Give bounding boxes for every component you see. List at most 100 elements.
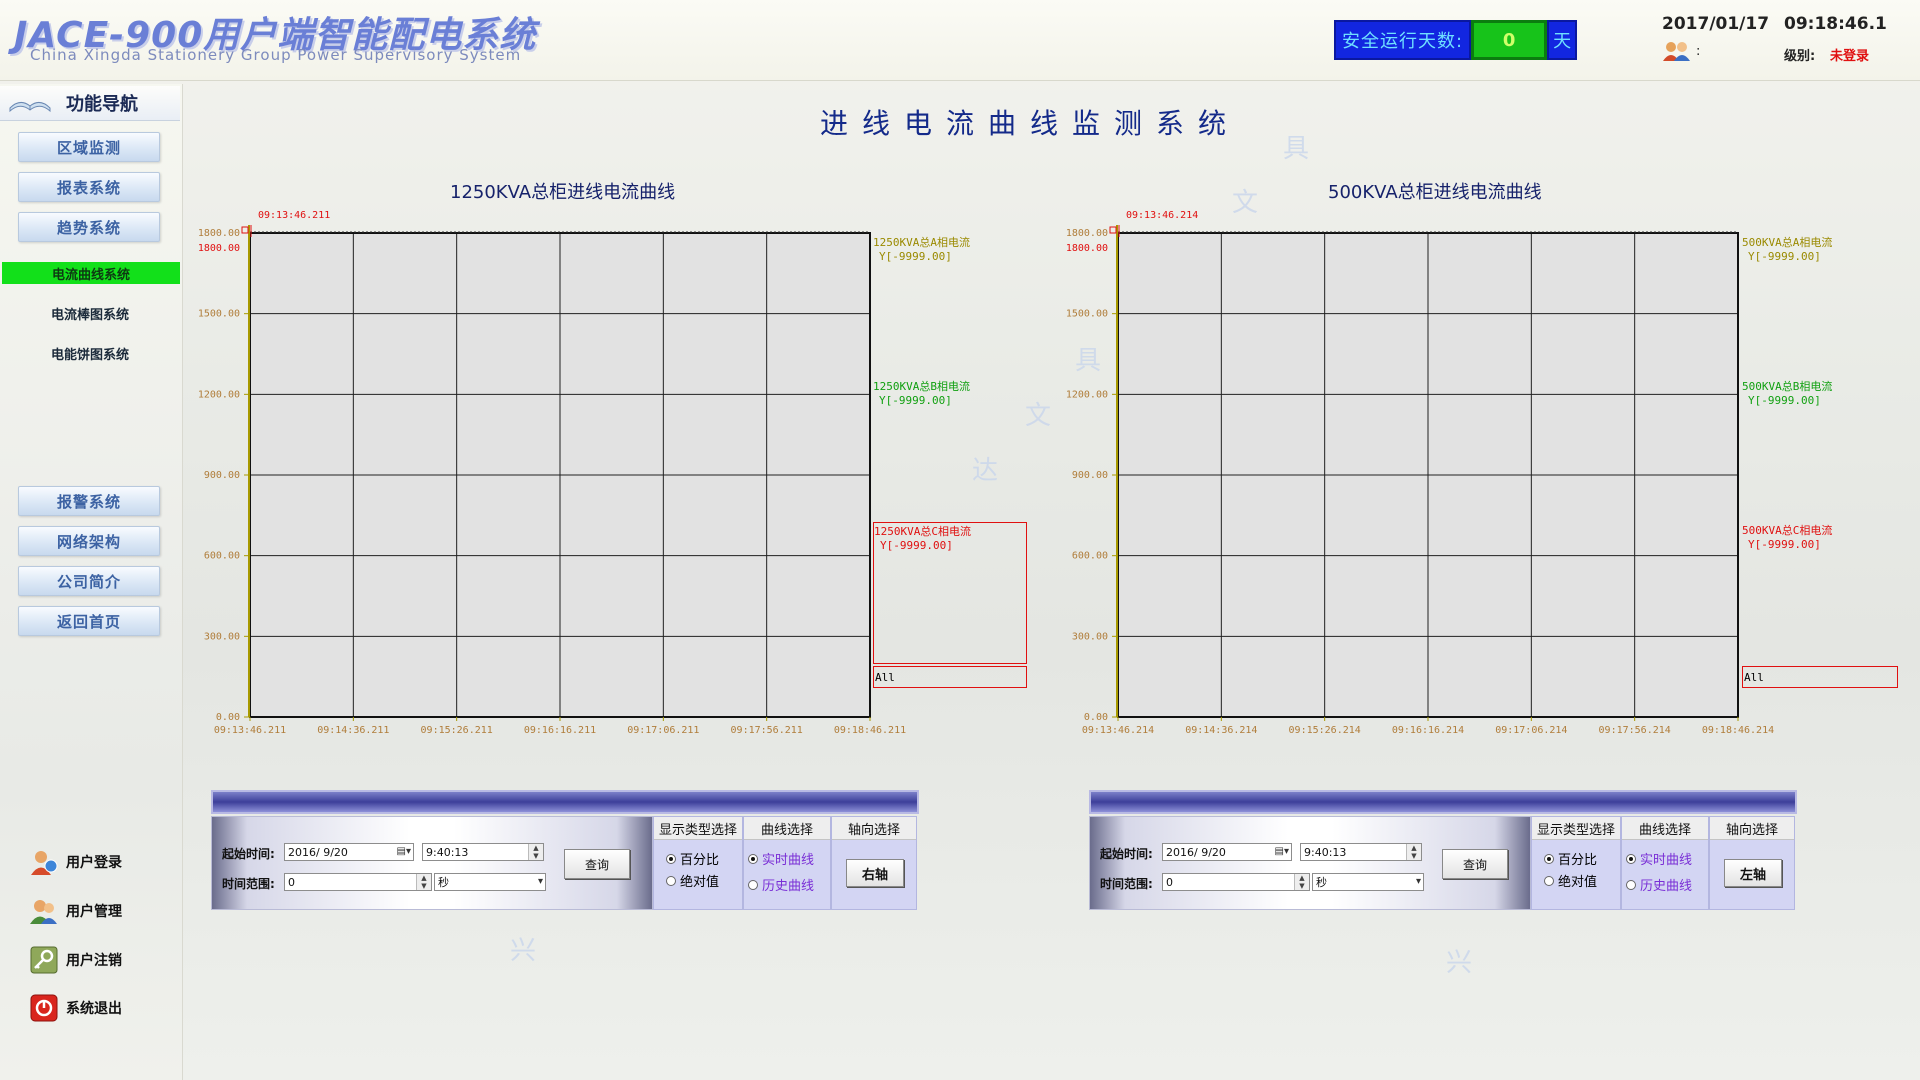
realtime-curve-label: 实时曲线: [1640, 853, 1693, 868]
chevron-down-icon: ▾: [537, 876, 543, 887]
legend-c-500[interactable]: 500KVA总C相电流 Y[-9999.00]: [1742, 522, 1832, 551]
legend-b-500[interactable]: 500KVA总B相电流 Y[-9999.00]: [1742, 378, 1832, 407]
key-icon: [30, 946, 58, 974]
y-tick-label: 600.00: [1072, 551, 1108, 562]
start-time-label: 起始时间:: [222, 847, 275, 861]
axis-right-button[interactable]: 右轴: [846, 859, 904, 887]
x-tick-label: 09:17:06.214: [1495, 725, 1567, 736]
x-tick-label: 09:16:16.214: [1392, 725, 1464, 736]
start-marker-label: 09:13:46.214: [1126, 210, 1198, 221]
power-icon: [30, 994, 58, 1022]
history-curve-radio[interactable]: 历史曲线: [1626, 875, 1692, 894]
watermark-char: 兴: [1446, 948, 1473, 978]
display-percent-label: 百分比: [1558, 853, 1598, 868]
display-percent-label: 百分比: [680, 853, 720, 868]
spinner-icon[interactable]: ▲ ▼: [1406, 844, 1421, 860]
x-tick-label: 09:17:56.214: [1599, 725, 1671, 736]
axis-select-section: 轴向选择 右轴: [831, 816, 917, 910]
user-login-item[interactable]: 用户登录: [30, 847, 122, 877]
user-logout-item[interactable]: 用户注销: [30, 945, 122, 975]
calendar-dropdown-icon: ▤▾: [1274, 846, 1289, 857]
time-unit-value: 秒: [438, 876, 449, 889]
display-type-section: 显示类型选择 百分比 绝对值: [653, 816, 743, 910]
time-unit-select[interactable]: 秒 ▾: [434, 873, 546, 891]
legend-b-name: 500KVA总B相电流: [1742, 380, 1833, 393]
query-button[interactable]: 查询: [1442, 849, 1508, 879]
start-time-label: 起始时间:: [1100, 847, 1153, 861]
spinner-icon[interactable]: ▲ ▼: [1294, 874, 1309, 890]
display-percent-radio[interactable]: 百分比: [1544, 849, 1597, 868]
axis-select-head: 轴向选择: [832, 817, 916, 840]
legend-a-500[interactable]: 500KVA总A相电流 Y[-9999.00]: [1742, 234, 1832, 263]
legend-c-1250[interactable]: 1250KVA总C相电流 Y[-9999.00]: [873, 522, 1027, 664]
display-type-head: 显示类型选择: [1532, 817, 1620, 840]
legend-a-1250[interactable]: 1250KVA总A相电流 Y[-9999.00]: [873, 234, 970, 263]
query-section: 起始时间: 2016/ 9/20 ▤▾ 9:40:13 ▲ ▼ 时间范围: 0 ▲…: [211, 816, 653, 910]
curve-select-section: 曲线选择 实时曲线 历史曲线: [743, 816, 831, 910]
legend-all-1250[interactable]: All: [873, 666, 1027, 688]
start-date-value: 2016/ 9/20: [288, 845, 348, 859]
realtime-curve-radio[interactable]: 实时曲线: [748, 849, 814, 868]
radio-unchecked-icon: [666, 875, 676, 886]
query-button[interactable]: 查询: [564, 849, 630, 879]
display-type-section: 显示类型选择 百分比 绝对值: [1531, 816, 1621, 910]
user-manage-label: 用户管理: [66, 904, 122, 920]
axis-select-section: 轴向选择 左轴: [1709, 816, 1795, 910]
time-range-input[interactable]: 0 ▲ ▼: [284, 873, 432, 891]
x-tick-label: 09:18:46.214: [1702, 725, 1774, 736]
start-date-picker[interactable]: 2016/ 9/20 ▤▾: [1162, 843, 1292, 861]
start-time-input[interactable]: 9:40:13 ▲ ▼: [422, 843, 544, 861]
legend-all-500[interactable]: All: [1742, 666, 1898, 688]
display-absolute-label: 绝对值: [1558, 875, 1598, 890]
legend-a-value: Y[-9999.00]: [1748, 250, 1821, 263]
x-tick-label: 09:14:36.214: [1185, 725, 1257, 736]
y-tick-label: 900.00: [1072, 470, 1108, 481]
control-panel-500: 起始时间: 2016/ 9/20 ▤▾ 9:40:13 ▲ ▼ 时间范围: 0 ▲…: [1089, 790, 1797, 912]
realtime-curve-label: 实时曲线: [762, 853, 815, 868]
display-percent-radio[interactable]: 百分比: [666, 849, 719, 868]
display-absolute-label: 绝对值: [680, 875, 720, 890]
y-tick-label: 1200.00: [1066, 389, 1108, 400]
time-unit-value: 秒: [1316, 876, 1327, 889]
start-date-picker[interactable]: 2016/ 9/20 ▤▾: [284, 843, 414, 861]
time-range-input[interactable]: 0 ▲ ▼: [1162, 873, 1310, 891]
curve-select-section: 曲线选择 实时曲线 历史曲线: [1621, 816, 1709, 910]
history-curve-radio[interactable]: 历史曲线: [748, 875, 814, 894]
display-absolute-radio[interactable]: 绝对值: [1544, 871, 1597, 890]
spinner-icon[interactable]: ▲ ▼: [528, 844, 543, 860]
cursor-marker: [1109, 226, 1117, 234]
display-type-head: 显示类型选择: [654, 817, 742, 840]
legend-a-name: 500KVA总A相电流: [1742, 236, 1833, 249]
axis-left-button[interactable]: 左轴: [1724, 859, 1782, 887]
time-unit-select[interactable]: 秒 ▾: [1312, 873, 1424, 891]
realtime-curve-radio[interactable]: 实时曲线: [1626, 849, 1692, 868]
display-absolute-radio[interactable]: 绝对值: [666, 871, 719, 890]
time-range-label: 时间范围:: [222, 877, 275, 891]
radio-checked-icon: [1544, 853, 1554, 864]
user-manage-icon: [30, 900, 57, 924]
y-top-red-label: 1800.00: [1066, 243, 1108, 254]
control-title-bar: [1089, 790, 1797, 814]
start-time-input[interactable]: 9:40:13 ▲ ▼: [1300, 843, 1422, 861]
x-tick-label: 09:15:26.214: [1289, 725, 1361, 736]
system-exit-item[interactable]: 系统退出: [30, 993, 122, 1023]
user-login-icon: [31, 851, 58, 875]
legend-b-1250[interactable]: 1250KVA总B相电流 Y[-9999.00]: [873, 378, 970, 407]
time-range-value: 0: [288, 875, 295, 889]
axis-select-head: 轴向选择: [1710, 817, 1794, 840]
user-logout-label: 用户注销: [66, 953, 122, 969]
legend-c-value: Y[-9999.00]: [1748, 538, 1821, 551]
legend-a-name: 1250KVA总A相电流: [873, 236, 970, 249]
watermark-char: 兴: [510, 936, 537, 966]
legend-all-label: All: [1744, 671, 1764, 684]
chevron-down-icon: ▾: [1415, 876, 1421, 887]
user-manage-item[interactable]: 用户管理: [30, 896, 122, 926]
y-tick-label: 1800.00: [1066, 228, 1108, 239]
time-range-value: 0: [1166, 875, 1173, 889]
legend-c-name: 1250KVA总C相电流: [874, 525, 971, 538]
spinner-icon[interactable]: ▲ ▼: [416, 874, 431, 890]
history-curve-label: 历史曲线: [762, 879, 815, 894]
calendar-dropdown-icon: ▤▾: [396, 846, 411, 857]
radio-unchecked-icon: [1626, 879, 1636, 890]
legend-c-value: Y[-9999.00]: [880, 539, 953, 552]
